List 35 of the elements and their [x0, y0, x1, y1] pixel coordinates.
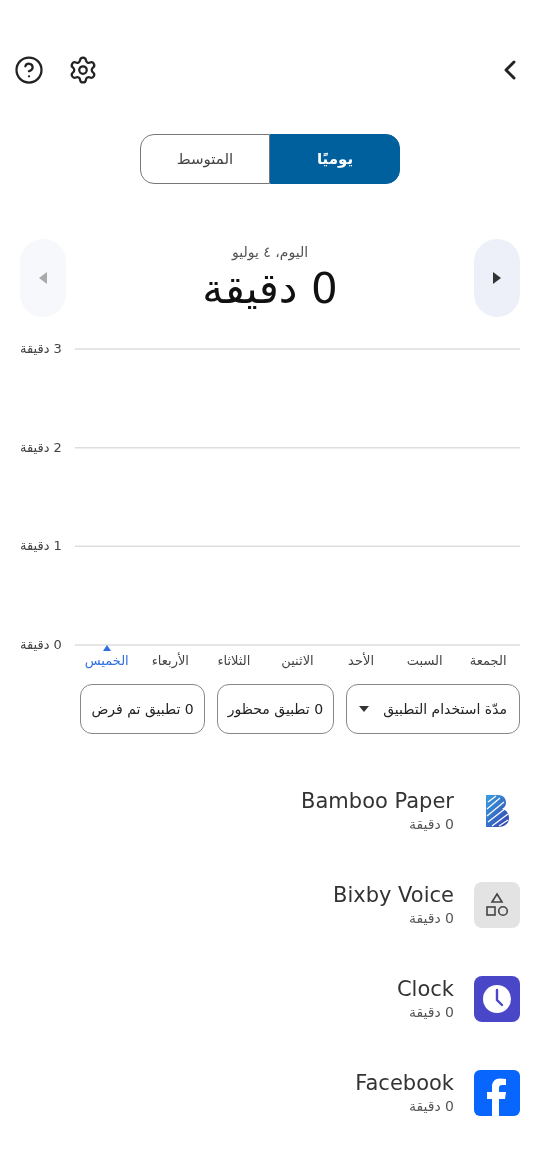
- segment-tab[interactable]: يوميًا: [270, 134, 400, 184]
- shapes-icon: [474, 882, 520, 928]
- clock-icon: [474, 976, 520, 1022]
- y-axis-label: 1 دقيقة: [20, 538, 62, 555]
- day-label[interactable]: الثلاثاء: [217, 651, 251, 671]
- day-label[interactable]: الاثنين: [281, 651, 314, 671]
- triangle-icon: [39, 272, 47, 284]
- app-name: Clock: [396, 975, 454, 1002]
- app-usage: 0 دقيقة: [408, 1096, 454, 1116]
- day-label[interactable]: الجمعة: [469, 651, 507, 671]
- striped-letter-icon: [484, 794, 510, 828]
- app-usage: 0 دقيقة: [408, 814, 454, 834]
- triangle-icon: [493, 272, 501, 284]
- settings-icon[interactable]: [68, 55, 98, 85]
- day-label[interactable]: السبت: [406, 651, 443, 671]
- y-axis-label: 0 دقيقة: [20, 637, 62, 653]
- caret-icon: [359, 706, 370, 712]
- total-usage: 0 دقيقة: [202, 262, 338, 315]
- day-label[interactable]: الخميس: [84, 651, 129, 671]
- app-usage: 0 دقيقة: [408, 908, 454, 928]
- app-usage: 0 دقيقة: [408, 1002, 454, 1022]
- facebook-logo-icon: [474, 1070, 520, 1116]
- segment-tab[interactable]: المتوسط: [140, 134, 270, 184]
- usage-dropdown[interactable]: مدّة استخدام التطبيق: [346, 684, 520, 734]
- app-name: Facebook: [355, 1069, 454, 1096]
- y-axis-label: 2 دقيقة: [20, 439, 62, 456]
- filter-chip[interactable]: 0 تطبيق تم فرض: [80, 684, 205, 734]
- app-name: Bixby Voice: [333, 881, 454, 908]
- app-name: Bamboo Paper: [301, 787, 454, 814]
- date-label: اليوم، ٤ يوليو: [231, 242, 309, 263]
- y-axis-label: 3 دقيقة: [20, 341, 62, 357]
- filter-chip[interactable]: 0 تطبيق محظور: [216, 684, 335, 734]
- day-label[interactable]: الأحد: [348, 651, 374, 671]
- day-label[interactable]: الأربعاء: [151, 651, 189, 671]
- help-icon[interactable]: [14, 55, 44, 85]
